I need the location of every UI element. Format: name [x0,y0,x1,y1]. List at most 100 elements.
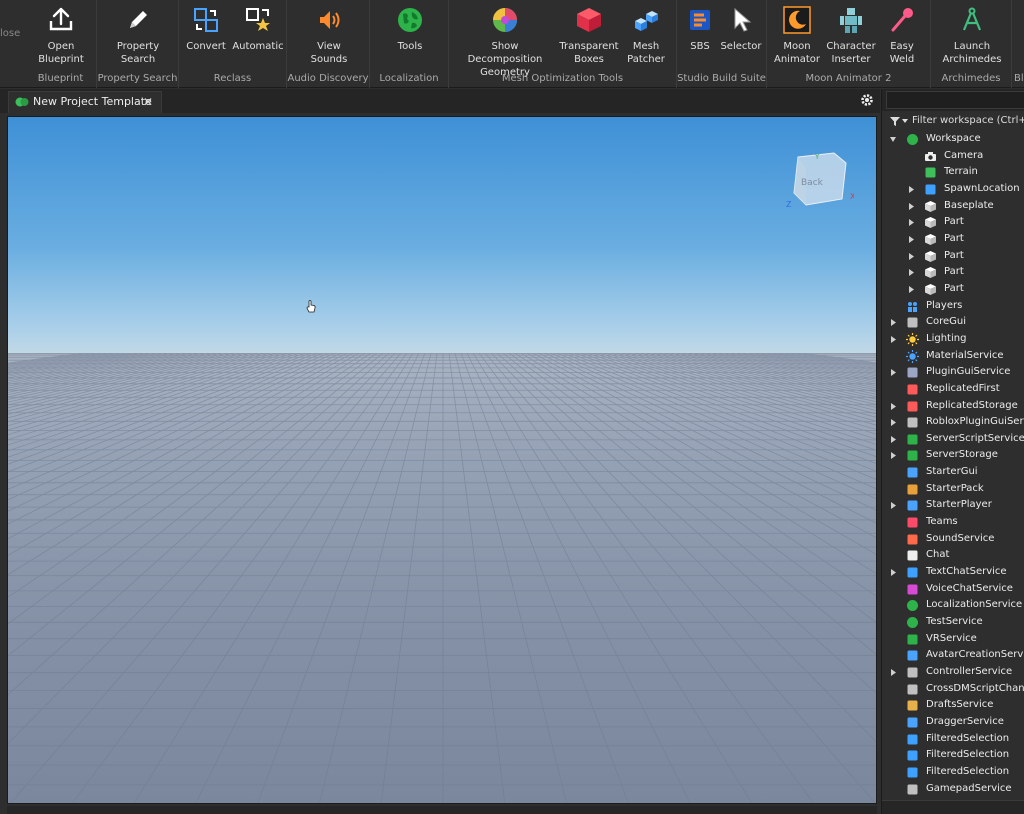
view-cube[interactable]: Back Y X Z [778,149,854,213]
explorer-horizontal-scrollbar[interactable] [882,800,1024,814]
expand-arrow-closed-icon[interactable] [890,335,896,343]
explorer-item-part[interactable]: Part [882,248,1024,265]
explorer-item-workspace[interactable]: Workspace [882,131,1024,148]
character-inserter-button[interactable]: Character Inserter [823,4,879,70]
expand-arrow-closed-icon[interactable] [908,235,914,243]
expand-arrow-closed-icon[interactable] [890,502,896,510]
explorer-item-spawnlocation[interactable]: SpawnLocation [882,181,1024,198]
textchatservice-icon [907,567,918,578]
filteredselection-icon [907,734,918,745]
3d-viewport[interactable]: Back Y X Z [7,116,877,804]
expand-arrow-closed-icon[interactable] [908,285,914,293]
launch-archimedes-button[interactable]: Launch Archimedes [937,4,1007,70]
expand-arrow-closed-icon[interactable] [890,569,896,577]
speaker-icon [320,11,340,29]
explorer-item-part[interactable]: Part [882,214,1024,231]
convert-button[interactable]: Convert [183,4,229,70]
explorer-item-testservice[interactable]: TestService [882,614,1024,631]
filter-workspace-field[interactable]: Filter workspace (Ctrl+Shift+X) [882,112,1024,130]
explorer-item-vrservice[interactable]: VRService [882,631,1024,648]
expand-arrow-closed-icon[interactable] [890,319,896,327]
explorer-item-controllerservice[interactable]: ControllerService [882,664,1024,681]
explorer-item-part[interactable]: Part [882,264,1024,281]
explorer-item-materialservice[interactable]: MaterialService [882,348,1024,365]
explorer-item-coregui[interactable]: CoreGui [882,314,1024,331]
hand-cursor-icon [306,300,316,313]
open-blueprint-button[interactable]: Open Blueprint [29,4,93,70]
sbs-button[interactable]: SBS [683,4,717,70]
localization-tools-button[interactable]: Tools [378,4,442,70]
explorer-item-textchatservice[interactable]: TextChatService [882,564,1024,581]
automatic-button[interactable]: Automatic [231,4,285,70]
explorer-item-filteredselection[interactable]: FilteredSelection [882,764,1024,781]
moon-animator-button[interactable]: Moon Animator [773,4,821,70]
tab-new-project-template[interactable]: New Project Template ✕ [8,91,162,113]
explorer-item-starterpack[interactable]: StarterPack [882,481,1024,498]
explorer-item-terrain[interactable]: Terrain [882,164,1024,181]
tab-close-icon[interactable]: ✕ [143,92,153,112]
explorer-item-startergui[interactable]: StarterGui [882,464,1024,481]
explorer-item-part[interactable]: Part [882,281,1024,298]
explorer-item-replicatedstorage[interactable]: ReplicatedStorage [882,398,1024,415]
explorer-item-serverstorage[interactable]: ServerStorage [882,447,1024,464]
explorer-item-camera[interactable]: Camera [882,148,1024,165]
explorer-item-avatarcreationservice[interactable]: AvatarCreationService [882,647,1024,664]
view-sounds-button[interactable]: View Sounds [297,4,361,70]
ribbon-group-moon-animator-2: Moon Animator Character Inserter Easy We… [767,0,931,88]
expand-arrow-closed-icon[interactable] [890,369,896,377]
expand-arrow-closed-icon[interactable] [908,269,914,277]
explorer-item-starterplayer[interactable]: StarterPlayer [882,497,1024,514]
property-search-button[interactable]: Property Search [106,4,170,70]
expand-arrow-closed-icon[interactable] [908,252,914,260]
localizationservice-icon [907,600,918,612]
explorer-item-label: CrossDMScriptChangeListener [926,682,1024,694]
explorer-item-serverscriptservice[interactable]: ServerScriptService [882,431,1024,448]
draftsservice-icon [907,700,918,711]
viewport-scrollbar[interactable] [7,806,877,814]
serverstorage-icon [907,450,918,461]
explorer-item-filteredselection[interactable]: FilteredSelection [882,747,1024,764]
expand-arrow-closed-icon[interactable] [908,219,914,227]
chevron-down-icon [902,119,908,123]
explorer-item-pluginguiservice[interactable]: PluginGuiService [882,364,1024,381]
expand-arrow-closed-icon[interactable] [890,452,896,460]
explorer-item-robloxpluginguiservice[interactable]: RobloxPluginGuiService [882,414,1024,431]
explorer-item-label: StarterPack [926,482,984,494]
soundservice-icon [907,534,918,545]
explorer-item-voicechatservice[interactable]: VoiceChatService [882,581,1024,598]
easy-weld-button[interactable]: Easy Weld [881,4,923,70]
explorer-item-crossdmscriptchangelistener[interactable]: CrossDMScriptChangeListener [882,681,1024,698]
explorer-item-label: RobloxPluginGuiService [926,416,1024,428]
part-icon [925,283,936,295]
explorer-item-filteredselection[interactable]: FilteredSelection [882,731,1024,748]
explorer-item-localizationservice[interactable]: LocalizationService [882,597,1024,614]
explorer-item-soundservice[interactable]: SoundService [882,531,1024,548]
explorer-item-label: Lighting [926,332,967,344]
explorer-item-players[interactable]: Players [882,298,1024,315]
explorer-item-chat[interactable]: Chat [882,547,1024,564]
explorer-item-label: TestService [926,616,983,628]
expand-arrow-closed-icon[interactable] [908,202,914,210]
explorer-item-baseplate[interactable]: Baseplate [882,198,1024,215]
expand-arrow-closed-icon[interactable] [890,669,896,676]
selector-button[interactable]: Selector [717,4,765,70]
explorer-item-part[interactable]: Part [882,231,1024,248]
transparent-boxes-button[interactable]: Transparent Boxes [557,4,621,70]
explorer-item-label: Teams [926,516,958,528]
explorer-item-teams[interactable]: Teams [882,514,1024,531]
show-decomposition-geometry-button[interactable]: Show Decomposition Geometry [453,4,557,78]
expand-arrow-closed-icon[interactable] [908,185,914,193]
explorer-item-gamepadservice[interactable]: GamepadService [882,781,1024,798]
explorer-item-label: ControllerService [926,666,1013,677]
expand-arrow-closed-icon[interactable] [890,402,896,410]
expand-arrow-open-icon[interactable] [890,136,896,143]
mesh-patcher-button[interactable]: Mesh Patcher [621,4,671,70]
explorer-item-lighting[interactable]: Lighting [882,331,1024,348]
explorer-search-box[interactable] [886,91,1024,109]
gear-icon[interactable] [860,93,874,107]
explorer-item-replicatedfirst[interactable]: ReplicatedFirst [882,381,1024,398]
explorer-item-draftsservice[interactable]: DraftsService [882,697,1024,714]
expand-arrow-closed-icon[interactable] [890,435,896,443]
expand-arrow-closed-icon[interactable] [890,419,896,427]
explorer-item-draggerservice[interactable]: DraggerService [882,714,1024,731]
